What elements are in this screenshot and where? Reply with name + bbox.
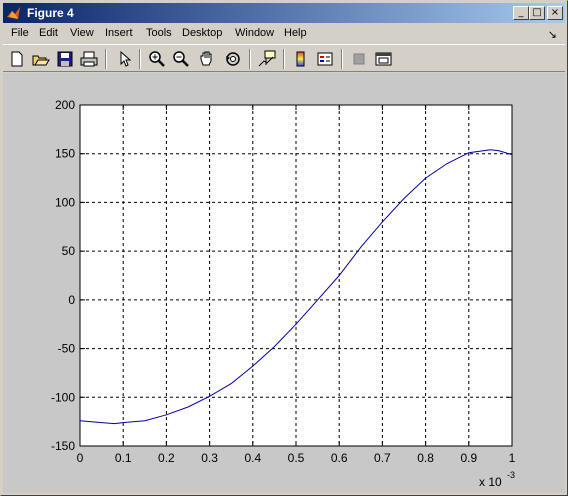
toolbar-separator bbox=[249, 49, 251, 69]
minimize-button[interactable]: _ bbox=[513, 6, 529, 20]
menu-desktop[interactable]: Desktop bbox=[182, 27, 222, 39]
x-tick-label: 0.3 bbox=[201, 451, 218, 465]
y-tick-label: 200 bbox=[55, 98, 75, 112]
x-tick-label: 0.2 bbox=[158, 451, 175, 465]
window-title: Figure 4 bbox=[27, 6, 74, 20]
menu-help[interactable]: Help bbox=[284, 27, 307, 39]
y-tick-label: 150 bbox=[55, 147, 75, 161]
menu-tools[interactable]: Tools bbox=[146, 27, 172, 39]
toolbar-separator bbox=[105, 49, 107, 69]
menu-edit[interactable]: Edit bbox=[39, 27, 58, 39]
x-tick-label: 0 bbox=[77, 451, 84, 465]
x-tick-label: 1 bbox=[509, 451, 516, 465]
pan-icon[interactable] bbox=[197, 49, 217, 69]
data-cursor-icon[interactable] bbox=[257, 49, 277, 69]
y-tick-label: 50 bbox=[62, 244, 76, 258]
maximize-button[interactable]: □ bbox=[529, 6, 545, 20]
legend-icon[interactable] bbox=[315, 49, 335, 69]
menu-view[interactable]: View bbox=[70, 27, 94, 39]
menu-bar: File Edit View Insert Tools Desktop Wind… bbox=[3, 24, 565, 43]
figure-canvas: 0 0.1 0.2 0.3 0.4 0.5 0.6 0.7 0.8 0.9 1 200 150 100 50… bbox=[3, 73, 565, 493]
x-tick-label: 0.5 bbox=[288, 451, 305, 465]
x-tick-label: 0.8 bbox=[417, 451, 434, 465]
menu-window[interactable]: Window bbox=[235, 27, 274, 39]
dock-arrow-icon[interactable]: ↘ bbox=[548, 28, 557, 41]
show-plot-tools-icon[interactable] bbox=[373, 49, 393, 69]
line-chart[interactable]: 0 0.1 0.2 0.3 0.4 0.5 0.6 0.7 0.8 0.9 1 200 150 100 50… bbox=[3, 73, 565, 493]
print-icon[interactable] bbox=[79, 49, 99, 69]
new-icon[interactable] bbox=[7, 49, 27, 69]
x-tick-label: 0.9 bbox=[460, 451, 477, 465]
y-tick-label: 0 bbox=[68, 293, 75, 307]
matlab-icon bbox=[6, 5, 22, 21]
menu-file[interactable]: File bbox=[11, 27, 29, 39]
x-exponent-power: -3 bbox=[507, 470, 515, 480]
close-button[interactable]: × bbox=[547, 6, 563, 20]
x-tick-label: 0.4 bbox=[244, 451, 261, 465]
y-tick-label: 100 bbox=[55, 195, 75, 209]
pointer-icon[interactable] bbox=[115, 49, 135, 69]
toolbar-separator bbox=[283, 49, 285, 69]
toolbar-separator bbox=[341, 49, 343, 69]
x-tick-label: 0.6 bbox=[331, 451, 348, 465]
y-tick-label: -100 bbox=[51, 390, 75, 404]
menu-insert[interactable]: Insert bbox=[105, 27, 133, 39]
toolbar-separator bbox=[139, 49, 141, 69]
figure-window: Figure 4 _ □ × File Edit View Insert Too… bbox=[0, 0, 568, 496]
zoom-in-icon[interactable] bbox=[147, 49, 167, 69]
open-icon[interactable] bbox=[31, 49, 51, 69]
hide-plot-tools-icon[interactable] bbox=[349, 49, 369, 69]
save-icon[interactable] bbox=[55, 49, 75, 69]
x-tick-label: 0.7 bbox=[374, 451, 391, 465]
figure-toolbar bbox=[3, 44, 565, 72]
y-tick-label: -50 bbox=[58, 342, 76, 356]
y-tick-label: -150 bbox=[51, 439, 75, 453]
x-tick-label: 0.1 bbox=[115, 451, 132, 465]
x-exponent-label: x 10 bbox=[479, 475, 502, 489]
rotate-icon[interactable] bbox=[223, 49, 243, 69]
title-bar[interactable]: Figure 4 _ □ × bbox=[3, 3, 565, 23]
colorbar-icon[interactable] bbox=[291, 49, 311, 69]
zoom-out-icon[interactable] bbox=[171, 49, 191, 69]
